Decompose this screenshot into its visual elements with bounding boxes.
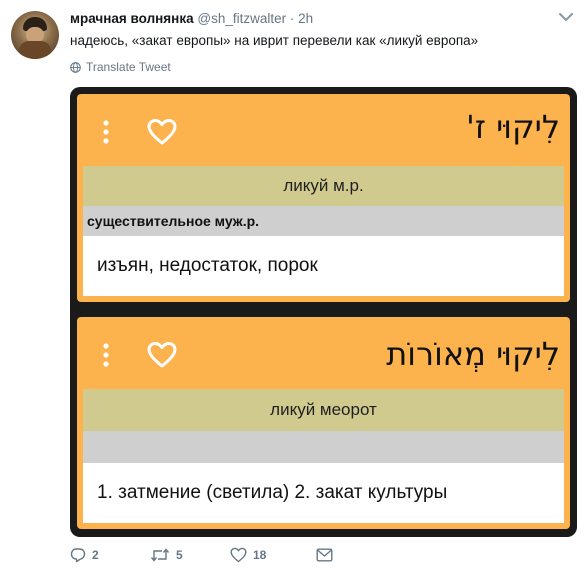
hebrew-word: לִיקוּי מְאוֹרוֹת xyxy=(386,335,560,373)
direct-message-icon xyxy=(316,548,333,562)
dictionary-card: לִיקוּי ז' ликуй м.р. существительное му… xyxy=(77,94,570,302)
reply-count: 2 xyxy=(92,548,99,562)
tweet-text: надеюсь, «закат европы» на иврит перевел… xyxy=(70,33,479,48)
transliteration: ликуй м.р. xyxy=(83,166,564,206)
like-icon xyxy=(230,547,247,563)
translate-tweet-link[interactable]: Translate Tweet xyxy=(70,60,171,74)
retweet-count: 5 xyxy=(176,548,183,562)
like-count: 18 xyxy=(253,548,267,562)
globe-icon xyxy=(70,61,81,73)
heart-outline-icon[interactable] xyxy=(147,118,177,146)
timestamp[interactable]: 2h xyxy=(298,11,313,26)
user-handle[interactable]: @sh_fitzwalter xyxy=(197,11,286,26)
more-vertical-icon[interactable] xyxy=(103,343,109,367)
retweet-icon xyxy=(150,548,170,562)
transliteration: ликуй меорот xyxy=(83,389,564,431)
tweet-actions: 2 5 18 xyxy=(70,547,333,563)
separator-dot: · xyxy=(289,11,295,26)
reply-button[interactable]: 2 xyxy=(70,547,150,563)
tweet-media-image[interactable]: לִיקוּי ז' ликуй м.р. существительное му… xyxy=(70,87,577,537)
avatar[interactable] xyxy=(11,11,59,59)
display-name[interactable]: мрачная волнянка xyxy=(70,11,194,26)
reply-icon xyxy=(70,548,86,563)
translation: изъян, недостаток, порок xyxy=(83,236,564,296)
more-vertical-icon[interactable] xyxy=(103,120,109,144)
part-of-speech xyxy=(83,431,564,463)
translate-label: Translate Tweet xyxy=(86,60,171,74)
heart-outline-icon[interactable] xyxy=(147,341,177,369)
dictionary-card: לִיקוּי מְאוֹרוֹת ликуй меорот 1. затмен… xyxy=(77,317,570,529)
part-of-speech: существительное муж.р. xyxy=(83,206,564,236)
like-button[interactable]: 18 xyxy=(230,547,316,563)
hebrew-word: לִיקוּי ז' xyxy=(466,108,560,146)
retweet-button[interactable]: 5 xyxy=(150,547,230,563)
translation: 1. затмение (светила) 2. закат культуры xyxy=(83,463,564,523)
direct-message-button[interactable] xyxy=(316,548,333,562)
tweet-header: мрачная волнянка @sh_fitzwalter · 2h xyxy=(70,11,313,26)
chevron-down-icon[interactable] xyxy=(559,12,573,22)
